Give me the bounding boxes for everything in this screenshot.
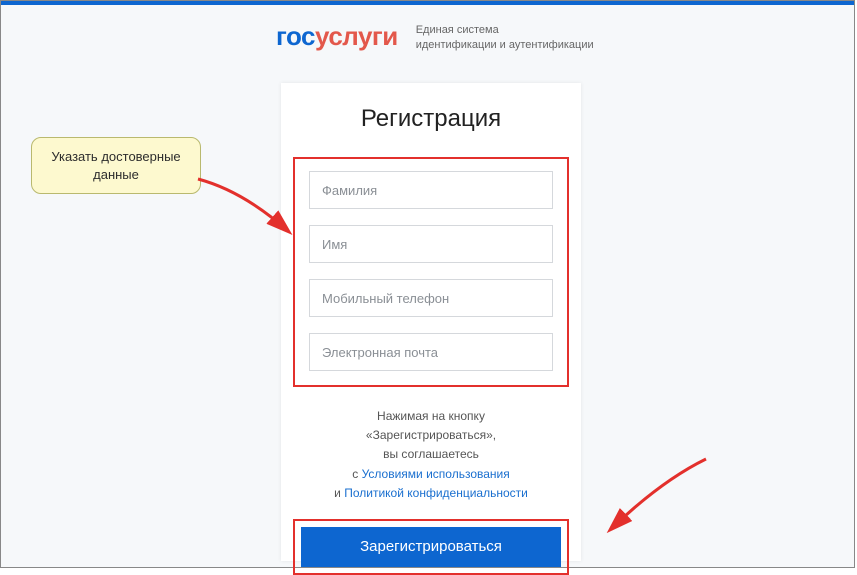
annotation-callout: Указать достоверные данные — [31, 137, 201, 194]
phone-input[interactable] — [309, 279, 553, 317]
page-frame: госуслуги Единая система идентификации и… — [0, 0, 855, 568]
logo-part-blue: гос — [276, 21, 315, 51]
surname-input[interactable] — [309, 171, 553, 209]
agree-and: и — [334, 486, 344, 500]
subtitle-line2: идентификации и аутентификации — [416, 38, 594, 53]
name-input[interactable] — [309, 225, 553, 263]
button-highlight-box: Зарегистрироваться — [293, 519, 569, 575]
privacy-link[interactable]: Политикой конфиденциальности — [344, 486, 528, 500]
email-input[interactable] — [309, 333, 553, 371]
agreement-text: Нажимая на кнопку «Зарегистрироваться», … — [301, 407, 561, 503]
logo-part-red: услуги — [315, 21, 398, 51]
subtitle-line1: Единая система — [416, 23, 594, 38]
logo: госуслуги — [276, 21, 398, 52]
registration-card: Регистрация Нажимая на кнопку «Зарегистр… — [281, 83, 581, 561]
agree-line3: вы соглашаетесь — [383, 447, 479, 461]
annotation-arrow-button — [601, 451, 711, 541]
header: госуслуги Единая система идентификации и… — [276, 21, 594, 54]
header-subtitle: Единая система идентификации и аутентифи… — [416, 23, 594, 54]
terms-link[interactable]: Условиями использования — [362, 467, 510, 481]
agree-with: с — [352, 467, 361, 481]
agree-line2: «Зарегистрироваться», — [366, 428, 496, 442]
register-button[interactable]: Зарегистрироваться — [301, 527, 561, 567]
agree-line1: Нажимая на кнопку — [377, 409, 485, 423]
page-title: Регистрация — [281, 105, 581, 133]
top-accent-bar — [1, 1, 854, 5]
form-highlight-box — [293, 157, 569, 387]
